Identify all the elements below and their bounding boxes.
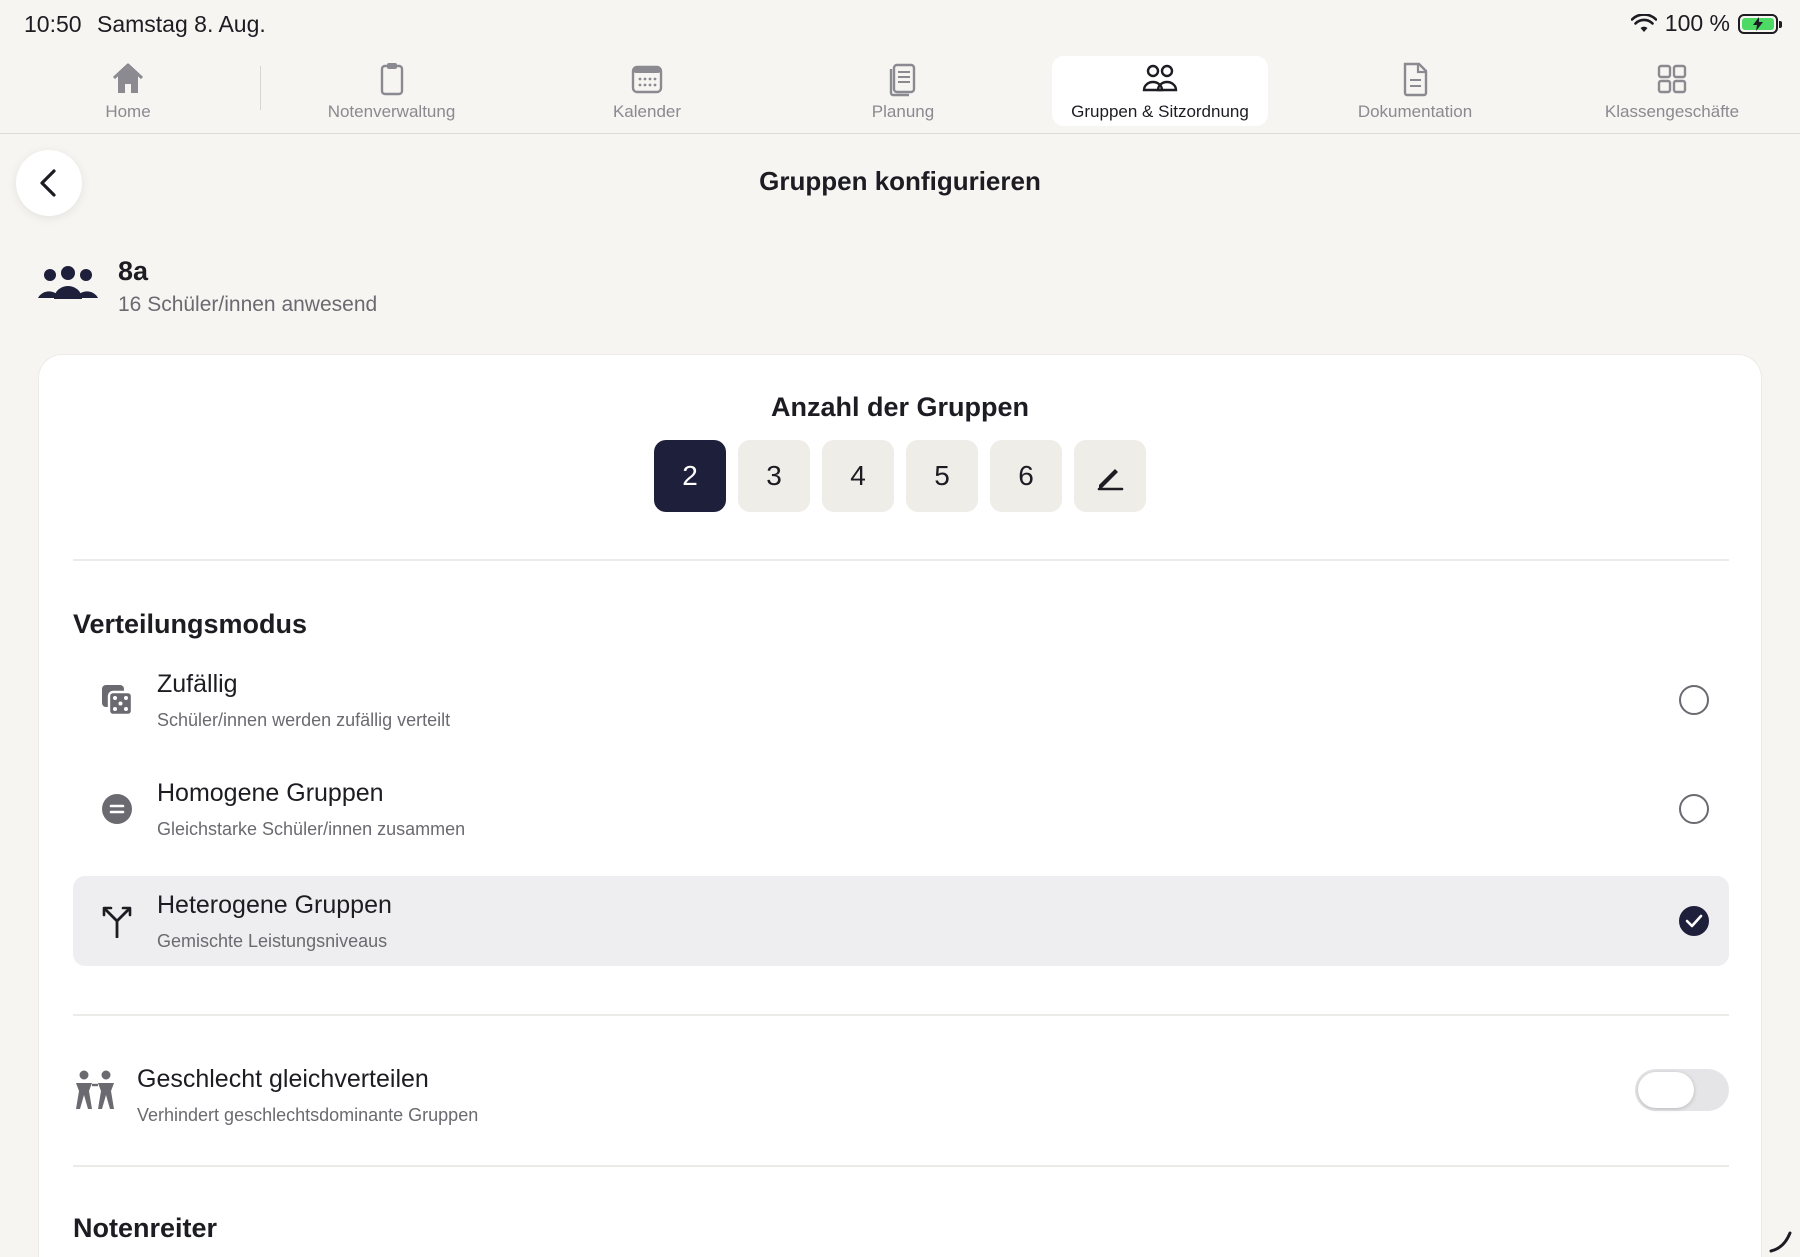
clipboard-icon — [380, 63, 403, 96]
mode-homogen-radio[interactable] — [1679, 794, 1709, 824]
mode-heterogen-description: Gemischte Leistungsniveaus — [157, 931, 388, 951]
tab-divider — [260, 66, 261, 110]
calendar-icon — [631, 65, 663, 94]
group-count-selector: 2 3 4 5 6 — [654, 440, 1146, 512]
status-time: 10:50 — [24, 11, 82, 37]
group-icon — [38, 266, 98, 299]
grid-icon — [1657, 64, 1687, 94]
group-count-6[interactable]: 6 — [990, 440, 1062, 512]
class-attendance: 16 Schüler/innen anwesend — [118, 293, 378, 316]
distribution-title: Verteilungsmodus — [73, 609, 308, 639]
mode-zufaellig-description: Schüler/innen werden zufällig verteilt — [157, 710, 451, 730]
tab-planung-label: Planung — [871, 102, 935, 121]
tab-kalender[interactable]: Kalender — [605, 56, 689, 126]
group-count-3[interactable]: 3 — [738, 440, 810, 512]
scroll-indicator-icon — [1769, 1231, 1792, 1253]
equal-circle-icon — [97, 789, 137, 829]
tab-bar: Home Notenverwaltung Kalender Planung Gr… — [0, 52, 1800, 134]
status-right: 100 % — [1630, 10, 1782, 37]
mode-heterogen[interactable]: Heterogene Gruppen Gemischte Leistungsni… — [73, 876, 1729, 966]
dice-icon — [97, 680, 137, 720]
divider — [73, 1014, 1729, 1016]
group-count-2[interactable]: 2 — [654, 440, 726, 512]
mode-zufaellig[interactable]: Zufällig Schüler/innen werden zufällig v… — [73, 655, 1729, 745]
document-stack-icon — [889, 63, 916, 97]
checkmark-icon — [1685, 914, 1703, 928]
notenreiter-title: Notenreiter — [73, 1213, 218, 1243]
custom-count-button[interactable] — [1074, 440, 1146, 512]
wifi-icon — [1630, 13, 1657, 32]
gender-balance-toggle[interactable] — [1635, 1069, 1729, 1111]
config-card: Anzahl der Gruppen 2 3 4 5 6 Verteilungs… — [38, 354, 1762, 1257]
gender-people-icon — [73, 1069, 117, 1113]
toggle-knob — [1638, 1072, 1694, 1108]
tab-dokumentation-label: Dokumentation — [1357, 102, 1473, 121]
tab-planung[interactable]: Planung — [865, 56, 941, 126]
gender-balance-description: Verhindert geschlechtsdominante Gruppen — [137, 1105, 479, 1125]
group-count-5[interactable]: 5 — [906, 440, 978, 512]
status-bar: 10:50 Samstag 8. Aug. 100 % — [0, 0, 1800, 48]
pencil-icon — [1097, 469, 1124, 491]
home-icon — [112, 63, 144, 93]
mode-homogen-title: Homogene Gruppen — [157, 779, 384, 807]
mode-homogen[interactable]: Homogene Gruppen Gleichstarke Schüler/in… — [73, 764, 1729, 854]
status-date: Samstag 8. Aug. — [97, 11, 266, 37]
gender-balance-title: Geschlecht gleichverteilen — [137, 1065, 429, 1093]
page-title: Gruppen konfigurieren — [759, 166, 1041, 196]
tab-notenverwaltung-label: Notenverwaltung — [327, 102, 456, 121]
tab-dokumentation[interactable]: Dokumentation — [1352, 56, 1478, 126]
group-count-4[interactable]: 4 — [822, 440, 894, 512]
mode-homogen-description: Gleichstarke Schüler/innen zusammen — [157, 819, 466, 839]
mode-heterogen-radio[interactable] — [1679, 906, 1709, 936]
tab-notenverwaltung[interactable]: Notenverwaltung — [310, 56, 473, 126]
group-count-title: Anzahl der Gruppen — [770, 392, 1030, 422]
tab-gruppen-sitzordnung-label: Gruppen & Sitzordnung — [1071, 102, 1249, 121]
gender-balance-row: Geschlecht gleichverteilen Verhindert ge… — [73, 1055, 1729, 1125]
tab-kalender-label: Kalender — [612, 102, 682, 121]
tab-klassengeschaefte-label: Klassengeschäfte — [1604, 102, 1740, 121]
tab-gruppen-sitzordnung[interactable]: Gruppen & Sitzordnung — [1052, 56, 1268, 126]
battery-percent: 100 % — [1664, 10, 1730, 36]
divider — [73, 1165, 1729, 1167]
divider — [73, 559, 1729, 561]
split-arrow-icon — [97, 901, 137, 941]
people-icon — [1142, 64, 1178, 92]
mode-zufaellig-radio[interactable] — [1679, 685, 1709, 715]
document-icon — [1403, 62, 1428, 97]
tab-home-label: Home — [105, 102, 151, 121]
tab-klassengeschaefte[interactable]: Klassengeschäfte — [1600, 56, 1744, 126]
mode-zufaellig-title: Zufällig — [157, 670, 238, 698]
class-name: 8a — [118, 256, 149, 286]
tab-home[interactable]: Home — [92, 56, 164, 126]
battery-icon — [1738, 13, 1782, 34]
mode-heterogen-title: Heterogene Gruppen — [157, 891, 392, 919]
